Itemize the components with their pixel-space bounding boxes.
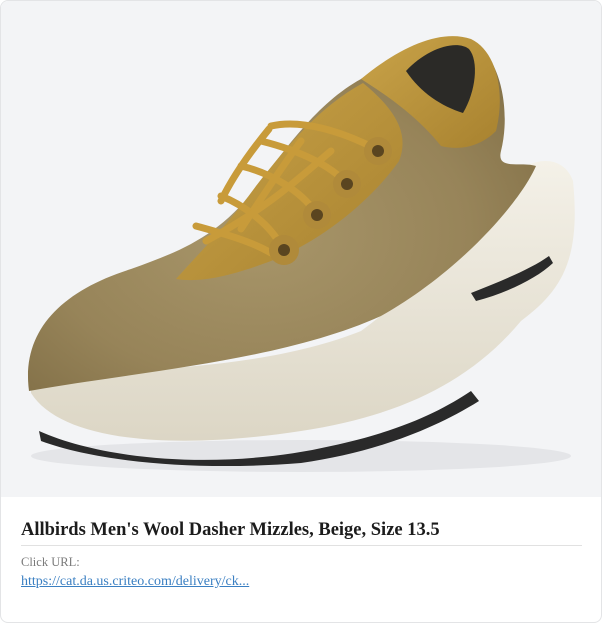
product-title: Allbirds Men's Wool Dasher Mizzles, Beig… — [21, 519, 582, 546]
click-url-label: Click URL: — [21, 555, 80, 569]
sneaker-illustration — [27, 36, 575, 472]
product-info: Allbirds Men's Wool Dasher Mizzles, Beig… — [21, 497, 582, 591]
click-url-link[interactable]: https://cat.da.us.criteo.com/delivery/ck… — [21, 573, 249, 591]
product-image[interactable] — [1, 1, 601, 497]
product-card: Allbirds Men's Wool Dasher Mizzles, Beig… — [0, 0, 602, 623]
